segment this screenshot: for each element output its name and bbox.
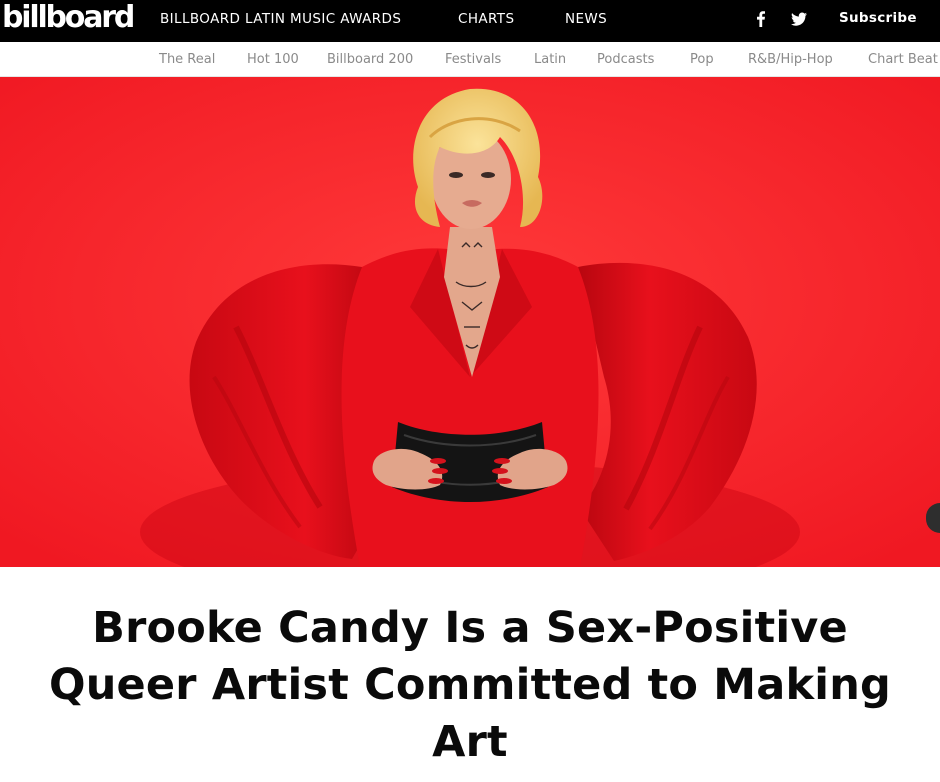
subnav-item-podcasts[interactable]: Podcasts — [597, 52, 654, 67]
subscribe-button[interactable]: Subscribe — [839, 10, 917, 26]
hero-image[interactable] — [0, 77, 940, 567]
nav-latin-music-awards[interactable]: BILLBOARD LATIN MUSIC AWARDS — [160, 11, 401, 27]
hero-illustration — [0, 77, 940, 567]
subnav-item-pop[interactable]: Pop — [690, 52, 714, 67]
top-header: billboard BILLBOARD LATIN MUSIC AWARDS C… — [0, 0, 940, 42]
subnav-item-the-real[interactable]: The Real — [159, 52, 215, 67]
facebook-icon[interactable] — [751, 9, 771, 29]
nav-news[interactable]: NEWS — [565, 11, 607, 27]
billboard-logo[interactable]: billboard — [2, 0, 135, 37]
subnav-item-hot-100[interactable]: Hot 100 — [247, 52, 299, 67]
subnav-item-chart-beat[interactable]: Chart Beat — [868, 52, 938, 67]
subnav-item-latin[interactable]: Latin — [534, 52, 566, 67]
article-headline: Brooke Candy Is a Sex-Positive Queer Art… — [48, 603, 892, 767]
subnav-item-festivals[interactable]: Festivals — [445, 52, 501, 67]
nav-charts[interactable]: CHARTS — [458, 11, 514, 27]
subnav-item-rnb-hip-hop[interactable]: R&B/Hip-Hop — [748, 52, 833, 67]
twitter-icon[interactable] — [789, 9, 809, 29]
secondary-nav: The Real Hot 100 Billboard 200 Festivals… — [0, 42, 940, 77]
subnav-item-billboard-200[interactable]: Billboard 200 — [327, 52, 413, 67]
